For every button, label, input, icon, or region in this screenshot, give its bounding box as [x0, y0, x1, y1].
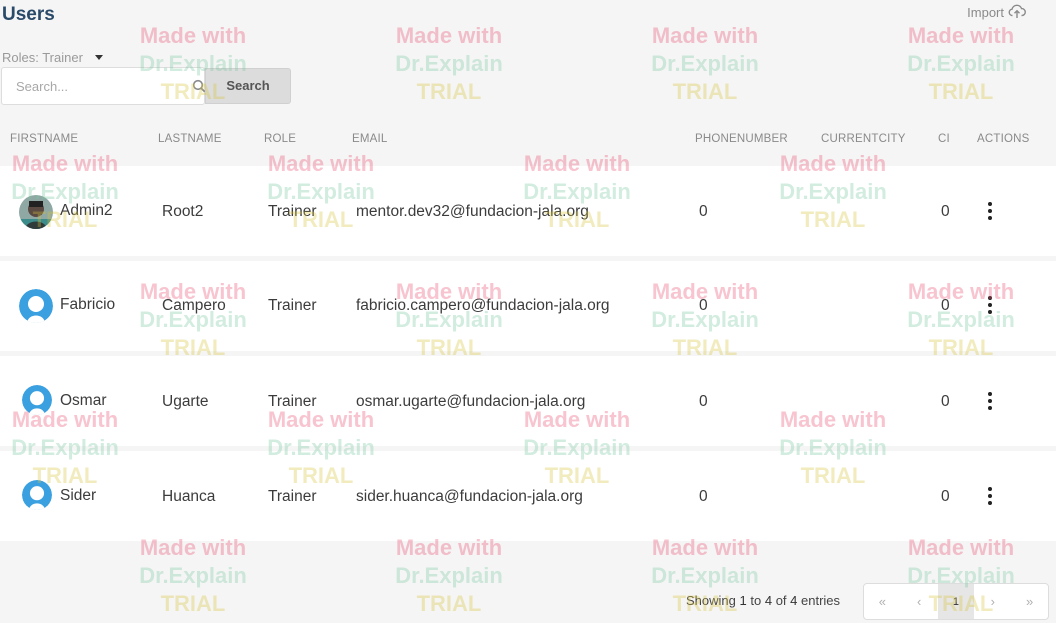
default-user-avatar-icon — [22, 480, 52, 510]
role-filter-label: Roles: Trainer — [2, 50, 83, 65]
cell-role: Trainer — [268, 393, 317, 410]
cell-lastname: Ugarte — [162, 393, 209, 410]
cell-email: sider.huanca@fundacion-jala.org — [356, 488, 583, 505]
default-user-avatar-icon — [19, 289, 53, 323]
cell-phonenumber: 0 — [699, 297, 708, 314]
table-row[interactable]: Osmar Ugarte Trainer osmar.ugarte@fundac… — [0, 356, 1056, 446]
table-row[interactable]: Fabricio Campero Trainer fabricio.camper… — [0, 261, 1056, 351]
prev-page-button[interactable]: ‹ — [901, 584, 938, 619]
row-actions-menu-icon[interactable] — [984, 296, 996, 314]
cell-role: Trainer — [268, 488, 317, 505]
cell-firstname: Sider — [60, 487, 97, 504]
pagination: « ‹ 1 › » — [863, 583, 1049, 620]
next-page-button[interactable]: › — [974, 584, 1011, 619]
cell-lastname: Huanca — [162, 488, 216, 505]
column-header-lastname[interactable]: LASTNAME — [158, 133, 222, 145]
cell-email: osmar.ugarte@fundacion-jala.org — [356, 393, 586, 410]
entries-to: 4 — [764, 593, 773, 608]
row-actions-menu-icon[interactable] — [984, 202, 996, 220]
cell-email: fabricio.campero@fundacion-jala.org — [356, 297, 610, 314]
user-photo-avatar — [19, 195, 53, 229]
entries-info: Showing 1 to 4 of 4 entries — [686, 593, 840, 608]
default-user-avatar-icon — [22, 385, 52, 415]
last-page-button[interactable]: » — [1011, 584, 1048, 619]
column-header-ci[interactable]: CI — [938, 133, 950, 145]
cell-firstname: Admin2 — [60, 202, 113, 219]
cloud-upload-icon — [1008, 3, 1026, 22]
page-1-button[interactable]: 1 — [937, 584, 975, 619]
trial-watermark: Made with Dr.Explain TRIAL — [139, 535, 247, 616]
column-header-actions: ACTIONS — [977, 133, 1030, 145]
search-box — [1, 67, 206, 105]
table-row[interactable]: Admin2 Root2 Trainer mentor.dev32@fundac… — [0, 166, 1056, 256]
role-filter-dropdown[interactable]: Roles: Trainer — [2, 50, 103, 65]
cell-firstname: Fabricio — [60, 296, 116, 313]
page-title: Users — [2, 4, 55, 25]
cell-firstname: Osmar — [60, 392, 107, 409]
row-actions-menu-icon[interactable] — [984, 392, 996, 410]
column-header-role[interactable]: ROLE — [264, 133, 296, 145]
column-header-currentcity[interactable]: CURRENTCITY — [821, 133, 906, 145]
import-button[interactable]: Import — [967, 3, 1026, 22]
cell-role: Trainer — [268, 297, 317, 314]
row-actions-menu-icon[interactable] — [984, 487, 996, 505]
cell-lastname: Campero — [162, 297, 226, 314]
cell-phonenumber: 0 — [699, 203, 708, 220]
trial-watermark: Made with Dr.Explain TRIAL — [395, 535, 503, 616]
cell-role: Trainer — [268, 203, 317, 220]
cell-phonenumber: 0 — [699, 488, 708, 505]
search-input[interactable] — [16, 78, 192, 94]
entries-word: entries — [801, 593, 841, 608]
trial-watermark: Made with Dr.Explain TRIAL — [651, 23, 759, 104]
caret-down-icon — [94, 55, 103, 60]
column-header-firstname[interactable]: FIRSTNAME — [10, 133, 78, 145]
trial-watermark: Made with Dr.Explain TRIAL — [395, 23, 503, 104]
search-icon — [192, 79, 206, 93]
cell-lastname: Root2 — [162, 203, 204, 220]
cell-phonenumber: 0 — [699, 393, 708, 410]
cell-email: mentor.dev32@fundacion-jala.org — [356, 203, 589, 220]
entries-from: 1 — [739, 593, 747, 608]
cell-ci: 0 — [941, 297, 950, 314]
cell-ci: 0 — [941, 393, 950, 410]
first-page-button[interactable]: « — [864, 584, 901, 619]
column-header-email[interactable]: EMAIL — [352, 133, 388, 145]
column-header-phonenumber[interactable]: PHONENUMBER — [695, 133, 788, 145]
entries-of-word: of — [775, 593, 787, 608]
table-row[interactable]: Sider Huanca Trainer sider.huanca@fundac… — [0, 451, 1056, 541]
entries-total: 4 — [790, 593, 798, 608]
cell-ci: 0 — [941, 488, 950, 505]
cell-ci: 0 — [941, 203, 950, 220]
entries-to-word: to — [750, 593, 762, 608]
search-button[interactable]: Search — [205, 68, 291, 104]
trial-watermark: Made with Dr.Explain TRIAL — [907, 23, 1015, 104]
import-label: Import — [967, 5, 1004, 20]
entries-prefix: Showing — [686, 593, 736, 608]
